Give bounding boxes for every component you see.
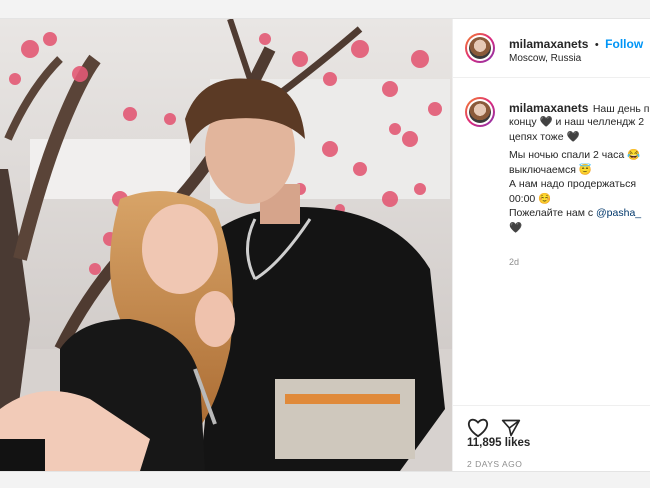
separator-dot: • [594, 39, 599, 51]
username-link[interactable]: milamaxanets [509, 37, 588, 51]
caption-text: концу 🖤 и наш челлендж 2 цепях тоже 🖤 Мы… [509, 115, 650, 235]
mention-link[interactable]: @pasha_ [596, 207, 641, 219]
caption-line-2: концу 🖤 и наш челлендж 2 [509, 116, 645, 128]
likes-count[interactable]: 11,895 likes [467, 437, 530, 449]
caption-line-9: 🖤 [509, 221, 523, 234]
instagram-post: milamaxanets • Follow Moscow, Russia mil… [0, 18, 650, 472]
caption-line-4: Мы ночью спали 2 часа 😂 [509, 149, 641, 161]
photo-illustration [0, 19, 452, 471]
screenshot-frame: milamaxanets • Follow Moscow, Russia mil… [0, 0, 650, 488]
caption-line-6: А нам надо продержаться [509, 178, 637, 190]
location-link[interactable]: Moscow, Russia [509, 53, 581, 64]
post-photo[interactable] [0, 19, 452, 471]
post-side-panel: milamaxanets • Follow Moscow, Russia mil… [452, 19, 650, 471]
follow-button[interactable]: Follow [605, 37, 643, 51]
caption-line-8: Пожелайте нам с [509, 207, 594, 219]
caption-line-5: выключаемся 😇 [509, 163, 592, 176]
caption-username[interactable]: milamaxanets [509, 101, 588, 115]
caption-avatar-image [469, 101, 491, 123]
avatar[interactable] [465, 33, 495, 63]
comment-age: 2d [509, 257, 520, 267]
caption-line-3: цепях тоже 🖤 [509, 130, 580, 143]
caption-avatar[interactable] [465, 97, 495, 127]
post-header: milamaxanets • Follow Moscow, Russia [453, 19, 650, 78]
caption-line-7: 00:00 ☺️ [509, 192, 552, 205]
avatar-image [469, 37, 491, 59]
caption-line-1: Наш день п [592, 103, 650, 115]
post-date: 2 DAYS AGO [467, 459, 523, 469]
